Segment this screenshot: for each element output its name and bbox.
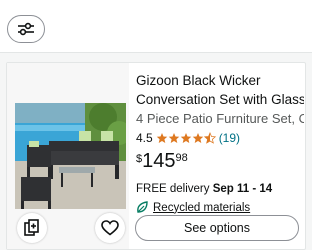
product-title-line-2[interactable]: Conversation Set with Glass… xyxy=(136,90,304,109)
see-options-button[interactable]: See options xyxy=(135,215,299,241)
delivery-prefix: FREE delivery xyxy=(136,183,210,195)
delivery-info: FREE delivery Sep 11 - 14 xyxy=(136,182,304,196)
price[interactable]: $ 145 98 xyxy=(136,151,304,171)
delivery-dates: Sep 11 - 14 xyxy=(212,183,273,195)
star-icon xyxy=(168,133,179,143)
star-rating xyxy=(156,132,216,144)
product-card[interactable]: Gizoon Black Wicker Conversation Set wit… xyxy=(6,62,306,250)
half-star-icon xyxy=(203,132,216,144)
star-icon xyxy=(156,133,167,143)
leaf-icon xyxy=(137,201,148,213)
product-title-line-1[interactable]: Gizoon Black Wicker xyxy=(136,71,304,90)
wishlist-button[interactable] xyxy=(95,213,125,243)
filter-button[interactable] xyxy=(7,15,45,43)
product-info: Gizoon Black Wicker Conversation Set wit… xyxy=(136,71,304,214)
sliders-icon xyxy=(18,22,34,36)
recycled-materials[interactable]: Recycled materials xyxy=(136,201,304,214)
compare-add-icon xyxy=(24,219,39,236)
top-bar xyxy=(0,0,312,53)
rating-value: 4.5 xyxy=(136,131,153,145)
product-image[interactable] xyxy=(15,103,126,209)
product-subtitle[interactable]: 4 Piece Patio Furniture Set, O… xyxy=(136,109,304,128)
compare-button[interactable] xyxy=(17,213,47,243)
recycled-materials-link[interactable]: Recycled materials xyxy=(153,202,250,214)
star-icon xyxy=(180,133,191,143)
rating-row[interactable]: 4.5 (19) xyxy=(136,129,304,147)
star-icon xyxy=(192,133,203,143)
price-fraction: 98 xyxy=(175,152,188,164)
price-whole: 145 xyxy=(142,150,176,172)
heart-icon xyxy=(101,220,119,236)
product-image-area[interactable] xyxy=(7,63,129,249)
review-count[interactable]: (19) xyxy=(219,129,240,147)
